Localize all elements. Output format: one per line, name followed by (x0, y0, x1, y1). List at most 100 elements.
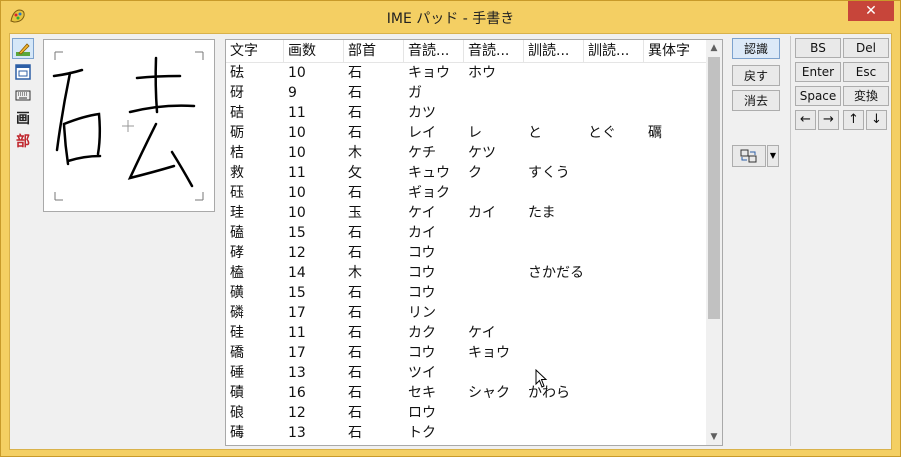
column-header-radical[interactable]: 部首 (344, 40, 404, 62)
table-cell (464, 423, 468, 443)
table-row[interactable]: 磕 15 石 カイ (226, 223, 707, 243)
table-row[interactable]: 磺 15 石 コウ (226, 283, 707, 303)
undo-button[interactable]: 戻す (732, 65, 780, 86)
table-cell: 石 (348, 305, 362, 321)
candidate-rows: 砝 10 石キョウ ホウ砑 9 石ガ硈 11 石カツ砺 10 石レイレととぐ礪桔 10 木ケチ ケツ救 1… (226, 63, 707, 443)
table-cell: ク (468, 165, 482, 181)
column-header-on-reading-1[interactable]: 音読... (404, 40, 464, 62)
delete-key[interactable]: Del (843, 38, 889, 58)
table-row[interactable]: 救 11 攵 キュウ ク すくう (226, 163, 707, 183)
down-arrow-key[interactable]: ↓ (866, 110, 887, 130)
table-row[interactable]: 硅 11 石 カク ケイ (226, 323, 707, 343)
column-header-variant[interactable]: 異体字 (644, 40, 707, 62)
table-row[interactable]: 砡 10 石 ギョク (226, 183, 707, 203)
enter-key[interactable]: Enter (795, 62, 841, 82)
table-cell (524, 323, 528, 343)
table-cell (644, 263, 648, 283)
table-cell (524, 403, 528, 423)
table-cell: 11 (288, 105, 306, 121)
table-row[interactable]: 砑 9 石 ガ (226, 83, 707, 103)
column-header-stroke-count[interactable]: 画数 (284, 40, 344, 62)
table-cell (464, 283, 468, 303)
up-arrow-key[interactable]: ↑ (843, 110, 864, 130)
table-row[interactable]: 磷 17 石 リン (226, 303, 707, 323)
column-header-kun-reading-1[interactable]: 訓読... (524, 40, 584, 62)
radical-icon: 部 (16, 133, 30, 150)
handwriting-mode-button[interactable] (12, 38, 34, 59)
table-cell: 石 (348, 225, 362, 241)
table-row[interactable]: 磧 16 石セキ シャク かわら (226, 383, 707, 403)
table-cell (464, 403, 468, 423)
table-cell: 11 (288, 325, 306, 341)
soft-keyboard-mode-button[interactable] (12, 61, 34, 82)
table-cell: 15 (288, 285, 306, 301)
candidate-list[interactable]: 文字 画数 部首 音読... 音読... 訓読... 訓読... 異体字 砝 10… (225, 39, 723, 446)
mode-toolbar: 画 部 (12, 38, 36, 153)
table-cell: ギョク (408, 185, 450, 201)
table-cell: 12 (288, 405, 306, 421)
table-cell: 石 (348, 325, 362, 341)
table-cell: カイ (468, 205, 496, 221)
table-cell (584, 403, 588, 423)
table-cell: 石 (348, 85, 362, 101)
table-row[interactable]: 桔 10 木 ケチ ケツ (226, 143, 707, 163)
chevron-down-icon[interactable]: ▼ (767, 145, 779, 167)
table-cell: 石 (348, 365, 362, 381)
close-button[interactable]: ✕ (848, 1, 894, 21)
table-cell: たま (528, 205, 556, 221)
table-cell: キョウ (468, 345, 510, 361)
backspace-key[interactable]: BS (795, 38, 841, 58)
recognition-mode-button[interactable] (732, 145, 766, 167)
table-cell: 10 (288, 125, 306, 141)
column-header-on-reading-2[interactable]: 音読... (464, 40, 524, 62)
mouse-pointer-icon (535, 369, 548, 388)
table-cell: 石 (348, 285, 362, 301)
table-cell: 桔 (230, 145, 244, 161)
table-cell: シャク (468, 385, 510, 401)
panel-separator (790, 36, 791, 446)
table-row[interactable]: 碡 13 石 トク (226, 423, 707, 443)
table-cell: 16 (288, 385, 306, 401)
scroll-down-arrow-icon[interactable]: ▼ (709, 431, 719, 443)
table-row[interactable]: 砝 10 石 キョウ ホウ (226, 63, 707, 83)
table-cell: 12 (288, 245, 306, 261)
right-arrow-key[interactable]: → (818, 110, 839, 130)
escape-key[interactable]: Esc (843, 62, 889, 82)
table-cell (584, 203, 588, 223)
title-bar[interactable]: IME パッド - 手書き ✕ (1, 1, 900, 33)
table-cell: さかだる (528, 265, 584, 281)
column-header-kun-reading-2[interactable]: 訓読... (584, 40, 644, 62)
scroll-up-arrow-icon[interactable]: ▲ (709, 42, 719, 54)
table-row[interactable]: 硾 13 石 ツイ (226, 363, 707, 383)
radical-mode-button[interactable]: 部 (12, 130, 34, 151)
table-row[interactable]: 硣 12 石 コウ (226, 243, 707, 263)
character-list-mode-button[interactable] (12, 84, 34, 105)
table-cell (464, 263, 468, 283)
table-row[interactable]: 榼 14 木 コウ さかだる (226, 263, 707, 283)
scroll-thumb[interactable] (708, 57, 720, 319)
table-cell: 硈 (230, 105, 244, 121)
table-cell (584, 343, 588, 363)
table-cell: 砺 (230, 125, 244, 141)
clear-button[interactable]: 消去 (732, 90, 780, 111)
handwriting-pad[interactable] (43, 39, 215, 212)
recognize-button[interactable]: 認識 (732, 38, 780, 59)
table-row[interactable]: 硈 11 石 カツ (226, 103, 707, 123)
space-key[interactable]: Space (795, 86, 841, 106)
vertical-scrollbar[interactable]: ▲ ▼ (706, 40, 722, 445)
convert-key[interactable]: 変換 (843, 86, 889, 106)
table-cell: コウ (408, 345, 436, 361)
table-cell (464, 83, 468, 103)
stroke-count-mode-button[interactable]: 画 (12, 107, 34, 128)
left-arrow-key[interactable]: ← (795, 110, 816, 130)
table-cell: 石 (348, 185, 362, 201)
table-row[interactable]: 硠 12 石 ロウ (226, 403, 707, 423)
table-cell: ロウ (408, 405, 436, 421)
table-row[interactable]: 礄 17 石 コウ キョウ (226, 343, 707, 363)
table-cell (644, 343, 648, 363)
table-cell (584, 243, 588, 263)
table-row[interactable]: 砺 10 石 レイ レ と とぐ 礪 (226, 123, 707, 143)
table-cell: 磧 (230, 385, 244, 401)
column-header-character[interactable]: 文字 (226, 40, 284, 62)
table-row[interactable]: 珪 10 玉 ケイ カイ たま (226, 203, 707, 223)
